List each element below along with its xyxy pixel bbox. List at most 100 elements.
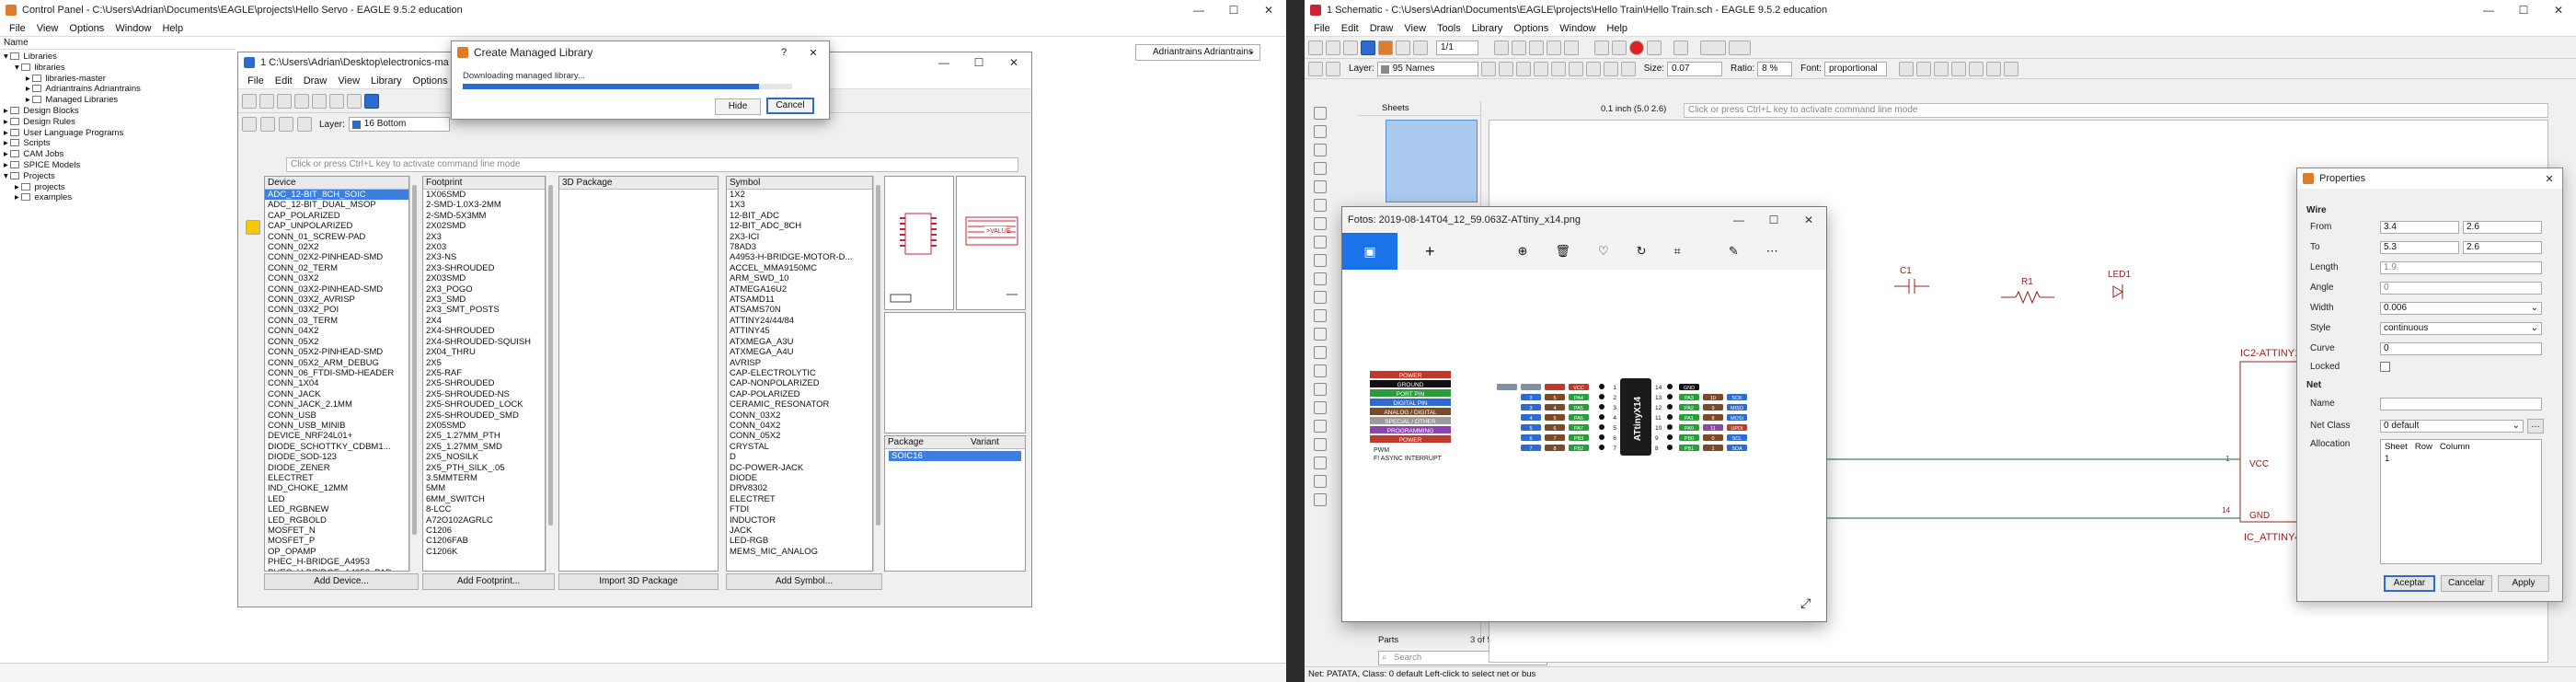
layer-icon[interactable] xyxy=(1326,61,1340,76)
menu-file[interactable]: File xyxy=(242,75,270,87)
menu-edit[interactable]: Edit xyxy=(270,75,298,87)
book-icon[interactable] xyxy=(294,93,309,109)
footprint-list[interactable]: Footprint 1X06SMD 2-SMD-1.0X3-2MM 2-SMD-5X… xyxy=(422,176,546,572)
library-command-line[interactable]: Click or press Ctrl+L key to activate co… xyxy=(286,157,1018,172)
list-item[interactable]: 2X5 xyxy=(423,358,545,368)
net-name-input[interactable] xyxy=(2380,398,2542,410)
close-icon[interactable]: ✕ xyxy=(2541,0,2576,20)
list-item[interactable]: CONN_02X2 xyxy=(265,242,408,252)
save-icon[interactable] xyxy=(259,93,274,109)
list-item[interactable]: CONN_USB_MINIB xyxy=(265,421,408,431)
footprint-list-scrollbar[interactable] xyxy=(546,176,555,572)
text-icon[interactable] xyxy=(1314,383,1327,396)
list-item[interactable]: ACCEL_MMA9150MC xyxy=(727,263,872,273)
list-item[interactable]: CAP-NONPOLARIZED xyxy=(727,378,872,388)
expand-icon[interactable]: ⤢ xyxy=(1800,595,1811,611)
circle-icon[interactable] xyxy=(1314,401,1327,414)
tree-item[interactable]: ▾ libraries xyxy=(0,63,235,74)
gallery-icon[interactable]: ▣ xyxy=(1342,233,1397,270)
list-item[interactable]: ATSAMD11 xyxy=(727,295,872,305)
list-item[interactable]: CONN_03_TERM xyxy=(265,316,408,326)
tree-item[interactable]: ▸ SPICE Models xyxy=(0,160,235,171)
menu-window[interactable]: Window xyxy=(109,23,156,34)
script-icon[interactable] xyxy=(1413,40,1428,55)
list-item[interactable]: CONN_USB xyxy=(265,410,408,421)
tree-item[interactable]: ▸ CAM Jobs xyxy=(0,149,235,160)
accept-button[interactable]: Aceptar xyxy=(2384,575,2435,592)
list-item[interactable]: 2X4 xyxy=(423,316,545,326)
polygon-icon[interactable] xyxy=(1314,457,1327,469)
list-item[interactable]: MOSFET_N xyxy=(265,526,408,536)
menu-view[interactable]: View xyxy=(332,75,365,87)
wire-style-3-icon[interactable] xyxy=(1515,61,1531,76)
list-item[interactable]: CONN_1X04 xyxy=(265,378,408,388)
ratio-input[interactable]: 8 % xyxy=(1757,61,1793,76)
more-icon[interactable]: ⋯ xyxy=(1766,244,1778,259)
list-item[interactable]: 2X5-SHROUDED_LOCK xyxy=(423,399,545,410)
list-item[interactable]: 2-SMD-1.0X3-2MM xyxy=(423,200,545,210)
list-item[interactable]: CONN_05X2 xyxy=(265,337,408,347)
list-item[interactable]: PHEC_H-BRIDGE_A4953 xyxy=(265,557,408,567)
list-item[interactable]: FTDI xyxy=(727,504,872,514)
add-part-icon[interactable] xyxy=(1314,217,1327,230)
allocation-table[interactable]: Sheet Row Column 1 xyxy=(2380,439,2542,564)
list-item[interactable]: 2X3-SHROUDED xyxy=(423,263,545,273)
to-y-input[interactable]: 2.6 xyxy=(2463,241,2542,254)
minimize-icon[interactable]: — xyxy=(1181,0,1216,20)
tree-item[interactable]: ▾ Libraries xyxy=(0,52,235,63)
list-item[interactable]: JACK xyxy=(727,526,872,536)
list-item[interactable]: ADC_12-BIT_DUAL_MSOP xyxy=(265,200,408,210)
list-item[interactable]: 2X3-NS xyxy=(423,252,545,262)
list-item[interactable]: CONN_02X2-PINHEAD-SMD xyxy=(265,252,408,262)
layer-select[interactable]: 95 Names xyxy=(1376,61,1478,76)
hide-button[interactable]: Hide xyxy=(715,98,761,115)
close-icon[interactable]: ✕ xyxy=(2536,173,2562,185)
list-item[interactable]: ARM_SWD_10 xyxy=(727,273,872,283)
list-item[interactable]: 2X5-SHROUDED-NS xyxy=(423,389,545,399)
list-item[interactable]: MEMS_MIC_ANALOG xyxy=(727,547,872,557)
list-item[interactable]: 2X3_SMT_POSTS xyxy=(423,305,545,315)
add-symbol-button[interactable]: Add Symbol... xyxy=(726,573,882,590)
list-item[interactable]: 2X3_POGO xyxy=(423,284,545,295)
menu-view[interactable]: View xyxy=(31,23,64,34)
tree-item[interactable]: ▸ projects xyxy=(0,182,235,193)
chevron-right-icon[interactable]: ▸ xyxy=(26,95,32,105)
gear-icon[interactable] xyxy=(2003,61,2018,76)
wire-style-1-icon[interactable] xyxy=(1480,61,1496,76)
net-icon[interactable] xyxy=(1968,61,1984,76)
menu-options[interactable]: Options xyxy=(408,75,454,87)
wire-style-5-icon[interactable] xyxy=(1550,61,1566,76)
tree-item[interactable]: ▸ Scripts xyxy=(0,138,235,149)
redo-icon[interactable] xyxy=(297,117,312,132)
minimize-icon[interactable]: — xyxy=(2471,0,2506,20)
device-list-scrollbar[interactable] xyxy=(409,176,419,572)
list-item[interactable]: ATMEGA16U2 xyxy=(727,284,872,295)
grid-icon[interactable] xyxy=(1308,61,1323,76)
tree-item[interactable]: ▸ libraries-master xyxy=(0,74,235,85)
package3d-list[interactable]: 3D Package xyxy=(558,176,719,572)
chevron-down-icon[interactable]: ▾ xyxy=(15,63,21,73)
list-item[interactable]: CONN_04X2 xyxy=(265,326,408,336)
sheet-thumbnail[interactable] xyxy=(1386,120,1478,202)
menu-window[interactable]: Window xyxy=(1554,23,1601,34)
list-item[interactable]: 2X5_1.27MM_SMD xyxy=(423,442,545,452)
list-item[interactable]: 2X5-SHROUDED xyxy=(423,378,545,388)
chevron-right-icon[interactable]: ▸ xyxy=(26,84,32,94)
zoom-out-icon[interactable] xyxy=(1529,40,1544,55)
list-item[interactable]: ATSAMS70N xyxy=(727,305,872,315)
list-item[interactable]: CAP_UNPOLARIZED xyxy=(265,221,408,231)
list-item[interactable]: CONN_03X2_AVRISP xyxy=(265,295,408,305)
value-icon[interactable] xyxy=(1314,272,1327,285)
chevron-right-icon[interactable]: ▸ xyxy=(15,182,21,192)
move-icon[interactable] xyxy=(1314,125,1327,138)
list-item[interactable]: DIODE_SCHOTTKY_CDBM1... xyxy=(265,442,408,452)
menu-file[interactable]: File xyxy=(4,23,31,34)
tree-item[interactable]: ▸ examples xyxy=(0,192,235,203)
list-item[interactable]: 2X5_NOSILK xyxy=(423,452,545,462)
list-item[interactable]: 2X4-SHROUDED xyxy=(423,326,545,336)
list-item[interactable]: 2X3-ICI xyxy=(727,232,872,242)
menu-file[interactable]: File xyxy=(1308,23,1336,34)
chevron-right-icon[interactable]: ▸ xyxy=(4,138,10,148)
tree-item[interactable]: ▾ Projects xyxy=(0,171,235,182)
list-item[interactable]: LED_RGBOLD xyxy=(265,515,408,526)
